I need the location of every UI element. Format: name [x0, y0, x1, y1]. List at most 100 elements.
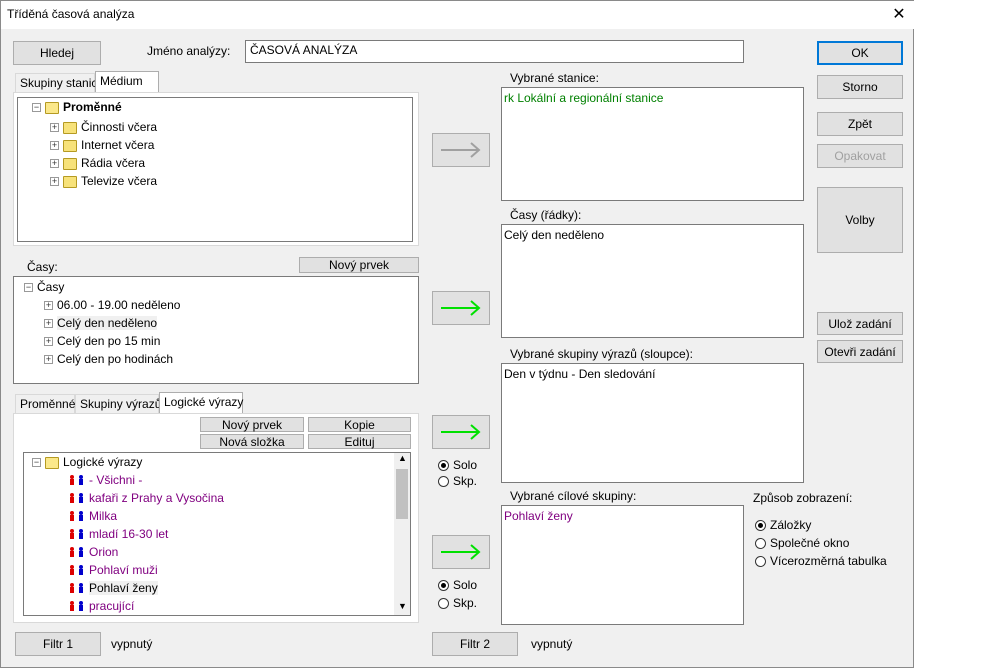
- tree-node-variables[interactable]: − Proměnné: [32, 98, 122, 116]
- tree-node-times[interactable]: − Časy: [24, 278, 64, 296]
- people-icon: [70, 600, 83, 611]
- radio-unchecked-icon[interactable]: [755, 538, 766, 550]
- folder-icon: [63, 139, 77, 152]
- add-time-button[interactable]: [432, 291, 490, 325]
- radio-multidim-table[interactable]: Vícerozměrná tabulka: [755, 553, 887, 569]
- expand-icon[interactable]: +: [50, 141, 59, 151]
- logic-scrollbar[interactable]: ▲ ▼: [394, 453, 410, 615]
- radio-skp-1[interactable]: Skp.: [438, 473, 477, 489]
- arrow-right-icon: [441, 300, 481, 316]
- folder-icon: [63, 175, 77, 188]
- new-folder-button[interactable]: Nová složka: [200, 434, 304, 449]
- collapse-icon[interactable]: −: [24, 283, 33, 293]
- close-icon[interactable]: ✕: [885, 3, 913, 27]
- logic-item-selected[interactable]: Pohlaví ženy: [68, 579, 158, 597]
- scroll-up-icon[interactable]: ▲: [398, 453, 407, 463]
- tree-node[interactable]: + Televize včera: [50, 172, 157, 190]
- arrow-right-icon: [441, 544, 481, 560]
- radio-common-window[interactable]: Společné okno: [755, 535, 849, 551]
- edit-button[interactable]: Edituj: [308, 434, 411, 449]
- tab-variables[interactable]: Proměnné: [15, 394, 75, 414]
- logic-item[interactable]: Orion: [68, 543, 118, 561]
- logic-item-label: - Všichni -: [89, 473, 143, 487]
- tree-node[interactable]: + Internet včera: [50, 136, 154, 154]
- list-item[interactable]: Den v týdnu - Den sledování: [504, 365, 655, 383]
- expand-icon[interactable]: +: [44, 355, 53, 365]
- add-expression-group-button[interactable]: [432, 415, 490, 449]
- expand-icon[interactable]: +: [44, 301, 53, 311]
- radio-unchecked-icon[interactable]: [438, 476, 449, 488]
- tree-node[interactable]: + Rádia včera: [50, 154, 145, 172]
- expand-icon[interactable]: +: [50, 123, 59, 133]
- times-tree: − Časy +06.00 - 19.00 neděleno + Celý den …: [13, 276, 419, 384]
- add-station-button[interactable]: [432, 133, 490, 167]
- selected-groups-list[interactable]: Den v týdnu - Den sledování: [501, 363, 804, 483]
- new-logic-item-button[interactable]: Nový prvek: [200, 417, 304, 432]
- selected-times-list[interactable]: Celý den neděleno: [501, 224, 804, 338]
- tree-node[interactable]: + Celý den po 15 min: [44, 332, 160, 350]
- tab-medium[interactable]: Médium: [95, 71, 159, 93]
- save-task-button[interactable]: Ulož zadání: [817, 312, 903, 335]
- new-time-item-button[interactable]: Nový prvek: [299, 257, 419, 273]
- copy-button[interactable]: Kopie: [308, 417, 411, 432]
- tree-node[interactable]: + Činnosti včera: [50, 118, 157, 136]
- radio-checked-icon[interactable]: [438, 580, 449, 592]
- logic-item[interactable]: - Všichni -: [68, 471, 142, 489]
- collapse-icon[interactable]: −: [32, 103, 41, 113]
- list-item[interactable]: Celý den neděleno: [504, 226, 604, 244]
- analysis-name-input[interactable]: ČASOVÁ ANALÝZA: [245, 40, 744, 63]
- radio-skp-2[interactable]: Skp.: [438, 595, 477, 611]
- logic-item[interactable]: Milka: [68, 507, 117, 525]
- radio-unchecked-icon[interactable]: [755, 556, 766, 568]
- tree-node[interactable]: +06.00 - 19.00 neděleno: [44, 296, 180, 314]
- scroll-down-icon[interactable]: ▼: [398, 601, 407, 611]
- scrollbar-thumb[interactable]: [396, 469, 408, 519]
- filter2-button[interactable]: Filtr 2: [432, 632, 518, 656]
- logic-item-label: Orion: [89, 545, 119, 559]
- collapse-icon[interactable]: −: [32, 458, 41, 468]
- add-target-group-button[interactable]: [432, 535, 490, 569]
- tree-node[interactable]: + Celý den po hodinách: [44, 350, 173, 368]
- times-label: Časy:: [27, 260, 58, 274]
- tree-node-label: Celý den po hodinách: [57, 352, 174, 366]
- expand-icon[interactable]: +: [50, 159, 59, 169]
- logic-item-label: Milka: [89, 509, 118, 523]
- tab-logical-expressions[interactable]: Logické výrazy: [159, 392, 243, 414]
- logic-item-label: Pohlaví ženy: [89, 581, 158, 595]
- radio-solo-1[interactable]: Solo: [438, 457, 477, 473]
- radio-solo-2[interactable]: Solo: [438, 577, 477, 593]
- top-tabs: Skupiny stanic Médium: [15, 71, 255, 93]
- radio-checked-icon[interactable]: [755, 520, 766, 532]
- expand-icon[interactable]: +: [50, 177, 59, 187]
- search-button[interactable]: Hledej: [13, 41, 101, 65]
- expand-icon[interactable]: +: [44, 319, 53, 329]
- tree-node-label: Celý den po 15 min: [57, 334, 161, 348]
- options-button[interactable]: Volby: [817, 187, 903, 253]
- logic-item[interactable]: kafaři z Prahy a Vysočina: [68, 489, 224, 507]
- tree-node-selected[interactable]: + Celý den neděleno: [44, 314, 158, 332]
- expand-icon[interactable]: +: [44, 337, 53, 347]
- logic-item[interactable]: pracující: [68, 597, 134, 615]
- logic-item[interactable]: Pohlaví muži: [68, 561, 158, 579]
- open-task-button[interactable]: Otevři zadání: [817, 340, 903, 363]
- repeat-button[interactable]: Opakovat: [817, 144, 903, 168]
- tree-node-logic[interactable]: − Logické výrazy: [32, 453, 142, 471]
- logic-tree: − Logické výrazy - Všichni - kafaři z Pra…: [23, 452, 411, 616]
- tab-station-groups[interactable]: Skupiny stanic: [15, 73, 97, 93]
- filter1-button[interactable]: Filtr 1: [15, 632, 101, 656]
- logic-item-label: Pohlaví muži: [89, 563, 158, 577]
- radio-unchecked-icon[interactable]: [438, 598, 449, 610]
- selected-stations-list[interactable]: rk Lokální a regionální stanice: [501, 87, 804, 201]
- logic-item[interactable]: mladí 16-30 let: [68, 525, 168, 543]
- radio-tabs[interactable]: Záložky: [755, 517, 811, 533]
- radio-checked-icon[interactable]: [438, 460, 449, 472]
- dialog-window: Tříděná časová analýza ✕ Hledej Jméno an…: [0, 0, 915, 668]
- tab-expression-groups[interactable]: Skupiny výrazů: [75, 394, 161, 414]
- back-button[interactable]: Zpět: [817, 112, 903, 136]
- selected-targets-list[interactable]: Pohlaví ženy: [501, 505, 744, 625]
- ok-button[interactable]: OK: [817, 41, 903, 65]
- arrow-right-icon: [441, 424, 481, 440]
- cancel-button[interactable]: Storno: [817, 75, 903, 99]
- list-item[interactable]: rk Lokální a regionální stanice: [504, 89, 663, 107]
- list-item[interactable]: Pohlaví ženy: [504, 507, 573, 525]
